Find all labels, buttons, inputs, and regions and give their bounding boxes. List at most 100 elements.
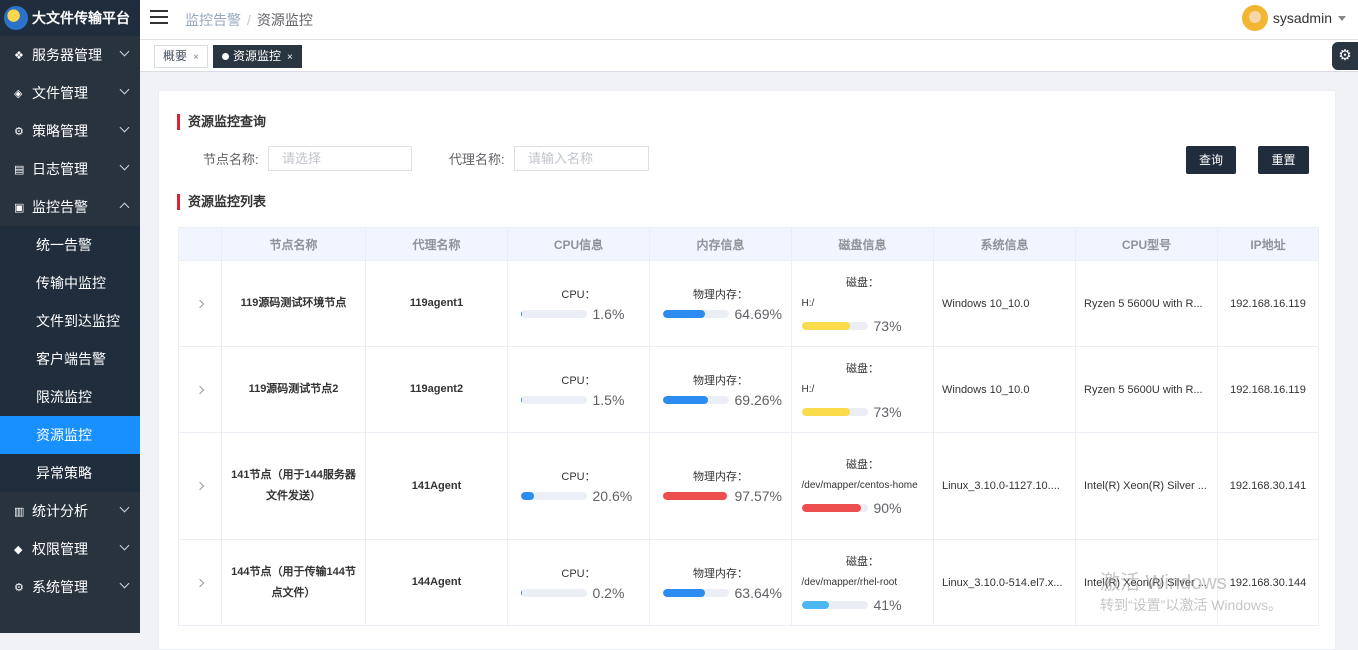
column-header[interactable]: CPU信息	[508, 228, 650, 261]
disk-path: /dev/mapper/rhel-root	[802, 573, 924, 593]
reset-button[interactable]: 重置	[1258, 146, 1309, 174]
chevron-down-icon	[120, 503, 130, 513]
avatar	[1242, 5, 1268, 31]
chevron-right-icon[interactable]	[196, 482, 204, 490]
sidebar-item[interactable]: ⚙策略管理	[0, 112, 140, 150]
disk-value: 41%	[874, 597, 918, 613]
submenu-item[interactable]: 限流监控	[0, 378, 140, 416]
agent-name-input[interactable]: 请输入名称	[514, 146, 649, 171]
chevron-down-icon	[120, 579, 130, 589]
submenu-item[interactable]: 客户端告警	[0, 340, 140, 378]
caret-down-icon	[1338, 16, 1346, 21]
disk-progress-fill	[802, 322, 850, 330]
memory-progress-fill	[663, 492, 727, 500]
submenu-item[interactable]: 异常策略	[0, 454, 140, 492]
chevron-right-icon[interactable]	[196, 385, 204, 393]
node-name-cell: 141节点（用于144服务器文件发送）	[222, 433, 366, 540]
expand-cell[interactable]	[179, 433, 222, 540]
cpu-label: CPU：	[521, 372, 637, 388]
column-header[interactable]: 代理名称	[366, 228, 508, 261]
app-title: 大文件传输平台	[32, 8, 130, 28]
sidebar-item[interactable]: ▤日志管理	[0, 150, 140, 188]
cpu-label: CPU：	[521, 565, 637, 581]
memory-progress-track	[663, 310, 729, 318]
main-content: 资源监控查询 节点名称: 请选择 代理名称: 请输入名称 查询 重置 资源监控列…	[140, 72, 1358, 633]
expand-cell[interactable]	[179, 261, 222, 347]
memory-value: 64.69%	[735, 306, 779, 322]
disk-cell: 磁盘：/dev/mapper/rhel-root41%	[792, 540, 934, 626]
agent-label: 代理名称:	[449, 149, 505, 168]
os-cell: Windows 10_10.0	[934, 347, 1076, 433]
memory-progress-fill	[663, 310, 706, 318]
sidebar-item-label: 系统管理	[32, 577, 88, 597]
os-cell: Linux_3.10.0-514.el7.x...	[934, 540, 1076, 626]
disk-value: 73%	[874, 318, 918, 334]
table-row[interactable]: 119源码测试环境节点 119agent1 CPU：1.6% 物理内存：64.6…	[179, 261, 1319, 347]
top-bar: 监控告警/资源监控 sysadmin	[140, 0, 1358, 40]
sidebar-item-label: 服务器管理	[32, 45, 102, 65]
expand-cell[interactable]	[179, 540, 222, 626]
disk-path: H:/	[802, 380, 924, 400]
breadcrumb: 监控告警/资源监控	[185, 10, 313, 30]
memory-label: 物理内存：	[663, 286, 779, 302]
cube-icon: ❖	[14, 49, 26, 62]
disk-label: 磁盘：	[802, 360, 924, 376]
close-icon[interactable]: ×	[287, 52, 293, 63]
app-logo[interactable]: 大文件传输平台	[0, 0, 140, 36]
column-header[interactable]: IP地址	[1218, 228, 1319, 261]
gear-icon[interactable]: ⚙	[1332, 42, 1358, 70]
submenu-item[interactable]: 文件到达监控	[0, 302, 140, 340]
table-row[interactable]: 119源码测试节点2 119agent2 CPU：1.5% 物理内存：69.26…	[179, 347, 1319, 433]
user-menu[interactable]: sysadmin	[1242, 5, 1346, 31]
agent-name-cell: 119agent1	[366, 261, 508, 347]
column-header[interactable]: CPU型号	[1076, 228, 1218, 261]
expand-cell[interactable]	[179, 347, 222, 433]
disk-progress-track	[802, 322, 868, 330]
hamburger-icon[interactable]	[150, 10, 168, 24]
sidebar-item[interactable]: ⚙系统管理	[0, 568, 140, 606]
column-header[interactable]: 节点名称	[222, 228, 366, 261]
disk-label: 磁盘：	[802, 456, 924, 472]
cpu-progress-track	[521, 589, 587, 597]
submenu-monitor: 统一告警传输中监控文件到达监控客户端告警限流监控资源监控异常策略	[0, 226, 140, 492]
node-name-cell: 144节点（用于传输144节点文件）	[222, 540, 366, 626]
log-icon: ▤	[14, 163, 26, 176]
table-row[interactable]: 141节点（用于144服务器文件发送） 141Agent CPU：20.6% 物…	[179, 433, 1319, 540]
search-button[interactable]: 查询	[1186, 146, 1236, 174]
column-header[interactable]: 系统信息	[934, 228, 1076, 261]
tags-view: 概要× 资源监控 × ⚙	[140, 40, 1358, 72]
column-header[interactable]: 磁盘信息	[792, 228, 934, 261]
sidebar-item[interactable]: ❖ 服务器管理	[0, 36, 140, 74]
tab-resource-monitor[interactable]: 资源监控 ×	[213, 45, 302, 68]
windows-activation-watermark: 激活 Windows 转到“设置”以激活 Windows。	[1100, 572, 1282, 616]
sidebar-item[interactable]: ▥统计分析	[0, 492, 140, 530]
disk-cell: 磁盘：H:/73%	[792, 347, 934, 433]
node-name-cell: 119源码测试节点2	[222, 347, 366, 433]
breadcrumb-item[interactable]: 监控告警	[185, 12, 241, 28]
sidebar-item[interactable]: ◈文件管理	[0, 74, 140, 112]
chevron-right-icon[interactable]	[196, 299, 204, 307]
sidebar-item[interactable]: ▣监控告警	[0, 188, 140, 226]
close-icon[interactable]: ×	[193, 52, 199, 63]
disk-progress-track	[802, 504, 868, 512]
cpu-value: 20.6%	[593, 488, 637, 504]
submenu-item[interactable]: 统一告警	[0, 226, 140, 264]
disk-cell: 磁盘：H:/73%	[792, 261, 934, 347]
table-header: 节点名称 代理名称 CPU信息 内存信息 磁盘信息 系统信息 CPU型号 IP地…	[179, 228, 1319, 261]
cpu-value: 0.2%	[593, 585, 637, 601]
node-select[interactable]: 请选择	[268, 146, 412, 171]
disk-progress-track	[802, 408, 868, 416]
submenu-item[interactable]: 资源监控	[0, 416, 140, 454]
tab-label: 资源监控	[233, 49, 281, 63]
column-header[interactable]: 内存信息	[650, 228, 792, 261]
active-dot-icon	[222, 53, 229, 60]
cpu-value: 1.5%	[593, 392, 637, 408]
cpu-model-cell: Ryzen 5 5600U with R...	[1076, 261, 1218, 347]
cpu-value: 1.6%	[593, 306, 637, 322]
tab-overview[interactable]: 概要×	[154, 45, 208, 68]
submenu-item[interactable]: 传输中监控	[0, 264, 140, 302]
chevron-down-icon	[120, 85, 130, 95]
sidebar-item[interactable]: ◆权限管理	[0, 530, 140, 568]
chevron-up-icon	[120, 203, 130, 213]
chevron-right-icon[interactable]	[196, 578, 204, 586]
